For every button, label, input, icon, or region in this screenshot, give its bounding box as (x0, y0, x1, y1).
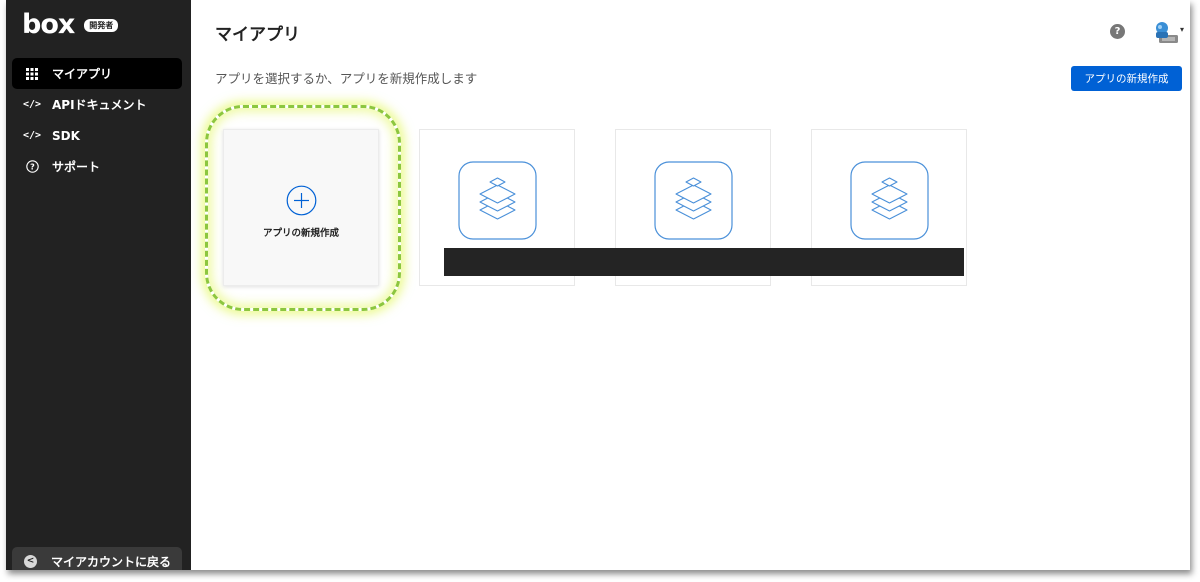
sidebar-item-my-apps[interactable]: マイアプリ (12, 58, 182, 89)
page-title: マイアプリ (215, 25, 300, 45)
code-icon: </> (22, 130, 42, 141)
new-app-label: アプリの新規作成 (262, 228, 339, 239)
new-app-card[interactable]: アプリの新規作成 (223, 129, 379, 286)
back-to-account-label: マイアカウントに戻る (51, 554, 172, 569)
sidebar-item-label: マイアプリ (52, 67, 113, 81)
developer-badge: 開発者 (84, 18, 119, 32)
plus-circle-icon (286, 185, 317, 216)
create-app-button[interactable]: アプリの新規作成 (1071, 66, 1182, 91)
redaction-bar (444, 248, 964, 276)
sidebar-nav: マイアプリ </> APIドキュメント </> SDK ? サポート (12, 58, 182, 182)
logo-text: box (22, 9, 75, 40)
grid-icon (22, 67, 42, 80)
stacked-layers-icon (654, 161, 733, 240)
stacked-layers-icon (850, 161, 929, 240)
sidebar-item-label: SDK (52, 128, 80, 143)
sidebar-item-api-docs[interactable]: </> APIドキュメント (12, 89, 182, 120)
sidebar-item-label: サポート (52, 160, 101, 174)
user-avatar[interactable] (1153, 20, 1179, 44)
stacked-layers-icon (458, 161, 537, 240)
box-logo[interactable]: box 開発者 (22, 9, 119, 40)
app-window: box 開発者 マイアプリ </> APIドキュメント </> SDK ? サポ… (6, 0, 1190, 570)
code-icon: </> (22, 99, 42, 110)
chevron-left-icon: < (24, 554, 37, 568)
sidebar: box 開発者 マイアプリ </> APIドキュメント </> SDK ? サポ… (6, 0, 191, 570)
svg-text:?: ? (30, 163, 35, 172)
question-circle-icon: ? (22, 160, 42, 173)
chevron-down-icon[interactable]: ▾ (1180, 25, 1184, 34)
page-subtitle: アプリを選択するか、アプリを新規作成します (215, 71, 478, 86)
help-icon[interactable]: ? (1110, 24, 1125, 39)
avatar-icon (1156, 22, 1178, 43)
sidebar-item-label: APIドキュメント (52, 98, 147, 112)
sidebar-item-support[interactable]: ? サポート (12, 151, 182, 182)
back-to-account-button[interactable]: < マイアカウントに戻る (12, 547, 182, 570)
sidebar-item-sdk[interactable]: </> SDK (12, 120, 182, 151)
main-content: マイアプリ アプリを選択するか、アプリを新規作成します ? ▾ アプリの新規作成… (191, 0, 1190, 570)
